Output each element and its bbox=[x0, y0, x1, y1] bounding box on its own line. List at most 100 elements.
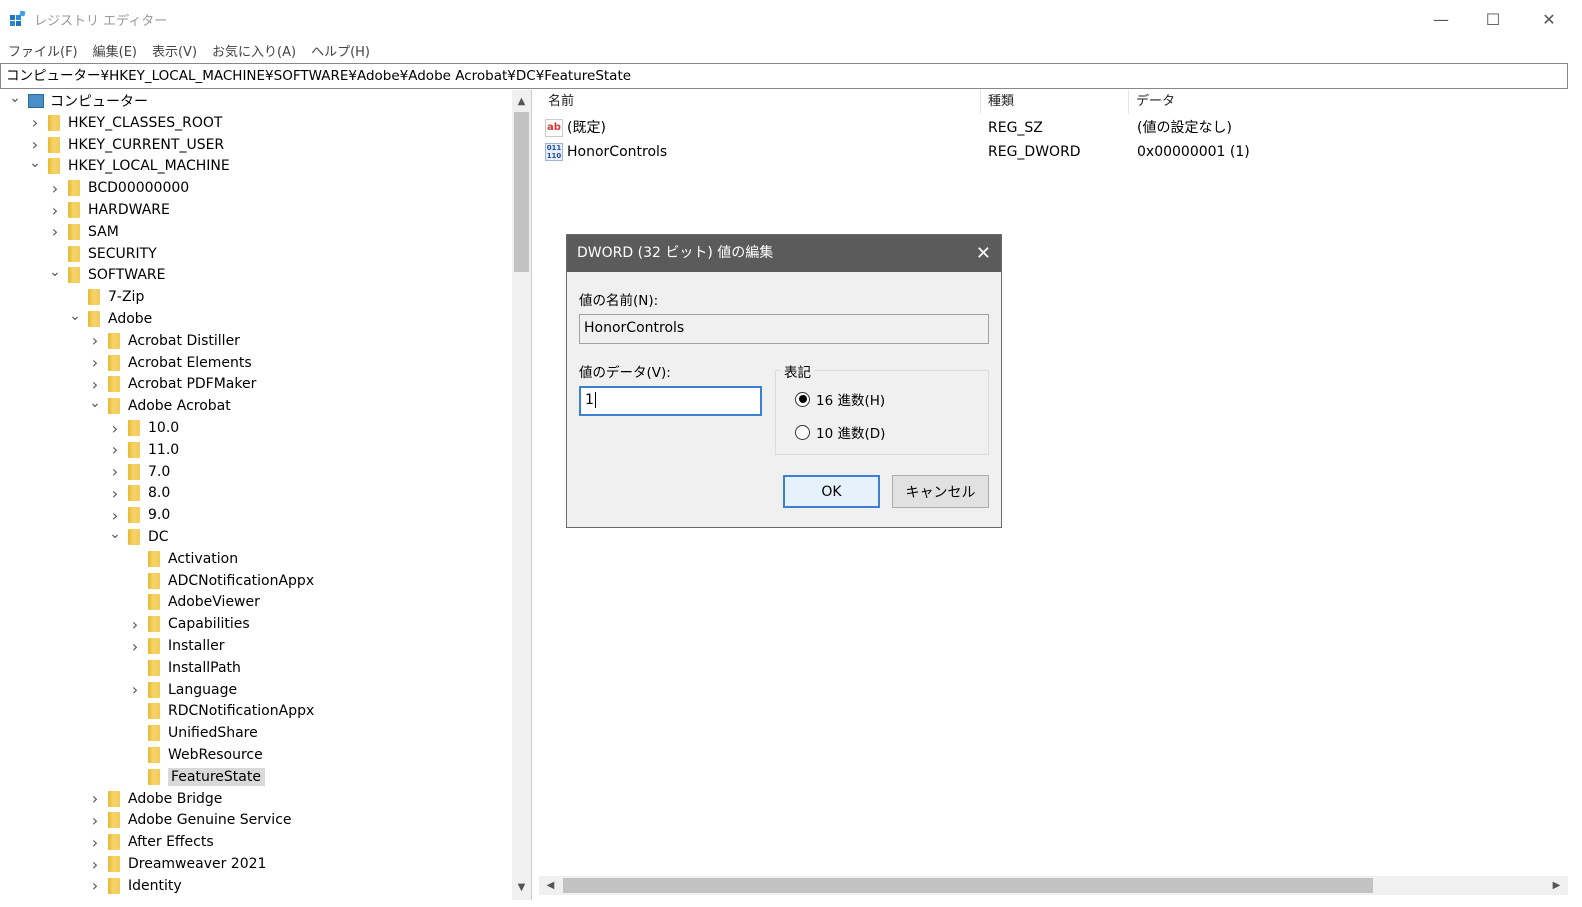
maximize-button[interactable]: ☐ bbox=[1470, 0, 1516, 38]
folder-icon bbox=[128, 507, 140, 524]
scroll-thumb[interactable] bbox=[514, 112, 529, 272]
chevron-down-icon[interactable]: ⌄ bbox=[108, 526, 122, 542]
tree-vertical-scrollbar[interactable]: ▲ ▼ bbox=[512, 90, 531, 900]
chevron-down-icon[interactable]: ⌄ bbox=[68, 308, 82, 324]
tree-item[interactable]: › HKEY_CLASSES_ROOT bbox=[28, 112, 223, 134]
tree-item[interactable]: › BCD00000000 bbox=[48, 177, 189, 199]
tree-item[interactable]: Activation bbox=[128, 548, 238, 570]
chevron-right-icon[interactable]: › bbox=[88, 375, 102, 394]
dialog-close-icon[interactable]: ✕ bbox=[976, 235, 991, 272]
tree-item[interactable]: ADCNotificationAppx bbox=[128, 570, 314, 592]
tree-item[interactable]: › Acrobat Elements bbox=[88, 352, 252, 374]
tree-item[interactable]: › Acrobat PDFMaker bbox=[88, 373, 257, 395]
tree-item[interactable]: ⌄ DC bbox=[108, 526, 169, 548]
chevron-down-icon[interactable]: ⌄ bbox=[28, 155, 42, 171]
tree-item[interactable]: › Dreamweaver 2021 bbox=[88, 853, 267, 875]
chevron-right-icon[interactable]: › bbox=[48, 179, 62, 198]
tree-item[interactable]: › 10.0 bbox=[108, 417, 179, 439]
column-header-data[interactable]: データ bbox=[1136, 90, 1175, 114]
value-name-field[interactable]: HonorControls bbox=[579, 314, 989, 344]
tree-item[interactable]: 7-Zip bbox=[68, 286, 144, 308]
chevron-right-icon[interactable]: › bbox=[128, 615, 142, 634]
tree-item[interactable]: › 7.0 bbox=[108, 461, 170, 483]
scroll-down-icon[interactable]: ▼ bbox=[512, 878, 531, 896]
folder-icon bbox=[128, 529, 140, 545]
chevron-right-icon[interactable]: › bbox=[88, 789, 102, 808]
tree-item[interactable]: UnifiedShare bbox=[128, 722, 258, 744]
chevron-right-icon[interactable]: › bbox=[108, 506, 122, 525]
tree-item[interactable]: › 8.0 bbox=[108, 482, 170, 504]
chevron-right-icon[interactable]: › bbox=[88, 876, 102, 895]
chevron-right-icon[interactable]: › bbox=[128, 680, 142, 699]
tree-item[interactable]: ⌄ Adobe bbox=[68, 308, 152, 330]
scroll-left-icon[interactable]: ◀ bbox=[541, 876, 560, 895]
tree-item[interactable]: InstallPath bbox=[128, 657, 241, 679]
chevron-right-icon[interactable]: › bbox=[128, 637, 142, 656]
chevron-right-icon[interactable]: › bbox=[48, 222, 62, 241]
tree-item[interactable]: ⌄ Adobe Acrobat bbox=[88, 395, 231, 417]
scroll-up-icon[interactable]: ▲ bbox=[512, 92, 531, 110]
title-bar: レジストリ エディター — ☐ ✕ bbox=[0, 0, 1582, 38]
chevron-down-icon[interactable]: ⌄ bbox=[88, 395, 102, 411]
tree-item[interactable]: WebResource bbox=[128, 744, 263, 766]
ok-button[interactable]: OK bbox=[783, 475, 880, 508]
chevron-right-icon[interactable]: › bbox=[108, 440, 122, 459]
tree-item[interactable]: › Language bbox=[128, 679, 237, 701]
column-header-type[interactable]: 種類 bbox=[988, 90, 1014, 114]
menu-file[interactable]: ファイル(F) bbox=[8, 41, 78, 60]
tree-item[interactable]: › 9.0 bbox=[108, 504, 170, 526]
chevron-right-icon[interactable]: › bbox=[108, 419, 122, 438]
tree-item-label: 11.0 bbox=[148, 441, 180, 458]
address-bar[interactable]: コンピューター¥HKEY_LOCAL_MACHINE¥SOFTWARE¥Adob… bbox=[0, 63, 1568, 89]
value-data-field[interactable]: 1 bbox=[579, 386, 762, 416]
folder-icon bbox=[128, 485, 140, 502]
minimize-button[interactable]: — bbox=[1418, 0, 1464, 38]
tree-item[interactable]: › HKEY_CURRENT_USER bbox=[28, 134, 224, 156]
dec-radio[interactable]: 10 進数(D) bbox=[795, 422, 885, 442]
tree-item[interactable]: › Acrobat Distiller bbox=[88, 330, 240, 352]
scroll-right-icon[interactable]: ▶ bbox=[1547, 876, 1566, 895]
chevron-right-icon[interactable]: › bbox=[28, 113, 42, 132]
chevron-right-icon[interactable]: › bbox=[88, 331, 102, 350]
cancel-button[interactable]: キャンセル bbox=[892, 475, 989, 508]
chevron-right-icon[interactable]: › bbox=[28, 135, 42, 154]
menu-favorites[interactable]: お気に入り(A) bbox=[212, 41, 296, 60]
tree-item[interactable]: › Adobe Bridge bbox=[88, 788, 223, 810]
menu-view[interactable]: 表示(V) bbox=[152, 41, 197, 60]
menu-edit[interactable]: 編集(E) bbox=[93, 41, 137, 60]
tree-item[interactable]: AdobeViewer bbox=[128, 591, 260, 613]
column-header-name[interactable]: 名前 bbox=[548, 90, 574, 114]
tree-item[interactable]: › 11.0 bbox=[108, 439, 179, 461]
value-row[interactable]: ab (既定) REG_SZ (値の設定なし) bbox=[545, 116, 1545, 140]
tree-item[interactable]: › Installer bbox=[128, 635, 225, 657]
tree-item[interactable]: › After Effects bbox=[88, 831, 214, 853]
tree-item[interactable]: ⌄ コンピューター bbox=[8, 90, 148, 112]
tree-item[interactable]: FeatureState bbox=[128, 766, 265, 788]
chevron-right-icon[interactable]: › bbox=[88, 811, 102, 830]
tree-item[interactable]: ⌄ SOFTWARE bbox=[48, 264, 166, 286]
tree-item[interactable]: › SAM bbox=[48, 221, 119, 243]
column-divider[interactable] bbox=[1128, 90, 1129, 114]
chevron-right-icon[interactable]: › bbox=[108, 462, 122, 481]
tree-item[interactable]: RDCNotificationAppx bbox=[128, 700, 314, 722]
tree-item[interactable]: › HARDWARE bbox=[48, 199, 170, 221]
value-row[interactable]: 011 110 HonorControls REG_DWORD 0x000000… bbox=[545, 140, 1545, 164]
chevron-right-icon[interactable]: › bbox=[108, 484, 122, 503]
chevron-right-icon[interactable]: › bbox=[88, 833, 102, 852]
column-divider[interactable] bbox=[980, 90, 981, 114]
chevron-right-icon[interactable]: › bbox=[48, 201, 62, 220]
hex-radio[interactable]: 16 進数(H) bbox=[795, 389, 885, 409]
menu-help[interactable]: ヘルプ(H) bbox=[311, 41, 370, 60]
scroll-thumb[interactable] bbox=[563, 878, 1373, 893]
chevron-right-icon[interactable]: › bbox=[88, 353, 102, 372]
values-horizontal-scrollbar[interactable]: ◀ ▶ bbox=[539, 876, 1568, 895]
tree-item[interactable]: SECURITY bbox=[48, 243, 157, 265]
tree-item[interactable]: › Identity bbox=[88, 875, 182, 897]
chevron-down-icon[interactable]: ⌄ bbox=[48, 264, 62, 280]
chevron-right-icon[interactable]: › bbox=[88, 855, 102, 874]
tree-item[interactable]: › Capabilities bbox=[128, 613, 250, 635]
tree-item[interactable]: › Adobe Genuine Service bbox=[88, 809, 292, 831]
tree-item[interactable]: ⌄ HKEY_LOCAL_MACHINE bbox=[28, 155, 230, 177]
chevron-down-icon[interactable]: ⌄ bbox=[8, 90, 22, 106]
close-button[interactable]: ✕ bbox=[1526, 0, 1572, 38]
